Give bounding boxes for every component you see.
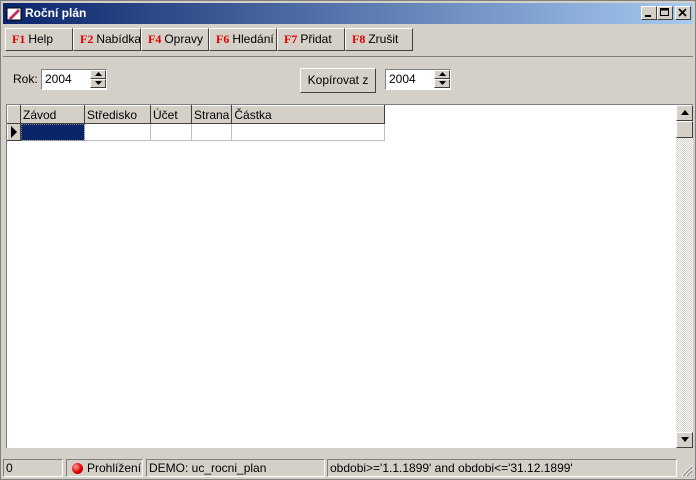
scroll-down-button[interactable] [676, 432, 693, 448]
grid-header-row: Závod Středisko Účet Strana Částka [7, 105, 386, 124]
f7-add-button[interactable]: F7 Přidat [277, 28, 345, 51]
status-bar: 0 Prohlížení DEMO: uc_rocni_plan obdobi>… [3, 459, 693, 478]
year-spinner-arrows [90, 70, 106, 89]
fkey-code: F8 [352, 32, 366, 46]
fkey-code: F1 [12, 32, 26, 46]
app-icon [6, 7, 22, 21]
f8-delete-button[interactable]: F8 Zrušit [345, 28, 413, 51]
column-header-ucet[interactable]: Účet [150, 105, 192, 124]
arrow-up-icon [681, 110, 689, 115]
copy-year-down-button[interactable] [434, 79, 450, 88]
fkey-code: F4 [148, 32, 162, 46]
grid-cell[interactable] [231, 123, 386, 141]
vertical-scrollbar[interactable] [676, 105, 693, 448]
resize-grip-icon[interactable] [681, 465, 693, 477]
copy-year-up-button[interactable] [434, 70, 450, 79]
scroll-up-button[interactable] [676, 105, 693, 121]
minimize-icon [645, 15, 651, 17]
status-mode-panel: Prohlížení [66, 459, 143, 477]
copy-from-button[interactable]: Kopírovat z [300, 68, 376, 93]
year-label: Rok: [13, 72, 38, 86]
year-up-button[interactable] [90, 70, 106, 79]
scroll-thumb[interactable] [676, 121, 693, 138]
grid-cell[interactable] [20, 123, 85, 141]
filter-panel: Rok: 2004 Kopírovat z 2004 [3, 56, 693, 103]
status-led-icon [72, 463, 83, 474]
grid-cell[interactable] [150, 123, 192, 141]
status-mode: Prohlížení [87, 461, 142, 475]
column-header-zavod[interactable]: Závod [20, 105, 85, 124]
function-key-bar: F1 Help F2 Nabídka F4 Opravy F6 Hledání F7 Př… [3, 26, 693, 52]
close-icon [678, 8, 687, 17]
status-record-count: 0 [3, 459, 63, 477]
data-grid[interactable]: Závod Středisko Účet Strana Částka [6, 104, 693, 448]
maximize-icon [660, 8, 669, 16]
current-row-arrow-icon [11, 126, 17, 138]
fkey-label: Hledání [232, 32, 274, 46]
main-window: Roční plán F1 Help F2 Nabídka F4 Opravy F6 H… [0, 0, 696, 480]
grid-cell[interactable] [84, 123, 151, 141]
column-header-castka[interactable]: Částka [231, 105, 386, 124]
fkey-label: Help [28, 32, 54, 46]
status-module: DEMO: uc_rocni_plan [146, 459, 325, 477]
table-row[interactable] [7, 123, 386, 141]
column-header-strana[interactable]: Strana [190, 105, 233, 124]
f2-menu-button[interactable]: F2 Nabídka [73, 28, 141, 51]
arrow-up-icon [439, 72, 446, 76]
maximize-button[interactable] [657, 6, 673, 20]
status-filter: obdobi>='1.1.1899' and obdobi<='31.12.18… [327, 459, 677, 477]
fkey-code: F2 [80, 32, 94, 46]
year-down-button[interactable] [90, 79, 106, 88]
f4-edit-button[interactable]: F4 Opravy [141, 28, 209, 51]
year-spinner[interactable]: 2004 [41, 69, 107, 90]
window-title: Roční plán [25, 6, 87, 20]
copy-year-spinner-arrows [434, 70, 450, 89]
grid-table: Závod Středisko Účet Strana Částka [7, 105, 386, 141]
f1-help-button[interactable]: F1 Help [5, 28, 73, 51]
fkey-code: F6 [216, 32, 230, 46]
arrow-down-icon [95, 81, 102, 85]
fkey-label: Nabídka [96, 32, 142, 46]
arrow-down-icon [681, 437, 689, 442]
fkey-label: Opravy [164, 32, 204, 46]
column-header-stredisko[interactable]: Středisko [84, 105, 151, 124]
grid-cell[interactable] [191, 123, 233, 141]
year-value[interactable]: 2004 [45, 72, 72, 86]
minimize-button[interactable] [641, 6, 657, 20]
copy-year-spinner[interactable]: 2004 [385, 69, 451, 90]
row-indicator[interactable] [7, 123, 21, 141]
fkey-label: Zrušit [368, 32, 399, 46]
fkey-code: F7 [284, 32, 298, 46]
title-bar[interactable]: Roční plán [3, 3, 693, 24]
copy-year-value[interactable]: 2004 [389, 72, 416, 86]
arrow-up-icon [95, 72, 102, 76]
fkey-label: Přidat [300, 32, 332, 46]
grid-corner-cell [7, 105, 21, 124]
f6-search-button[interactable]: F6 Hledání [209, 28, 277, 51]
arrow-down-icon [439, 81, 446, 85]
close-button[interactable] [675, 6, 691, 20]
